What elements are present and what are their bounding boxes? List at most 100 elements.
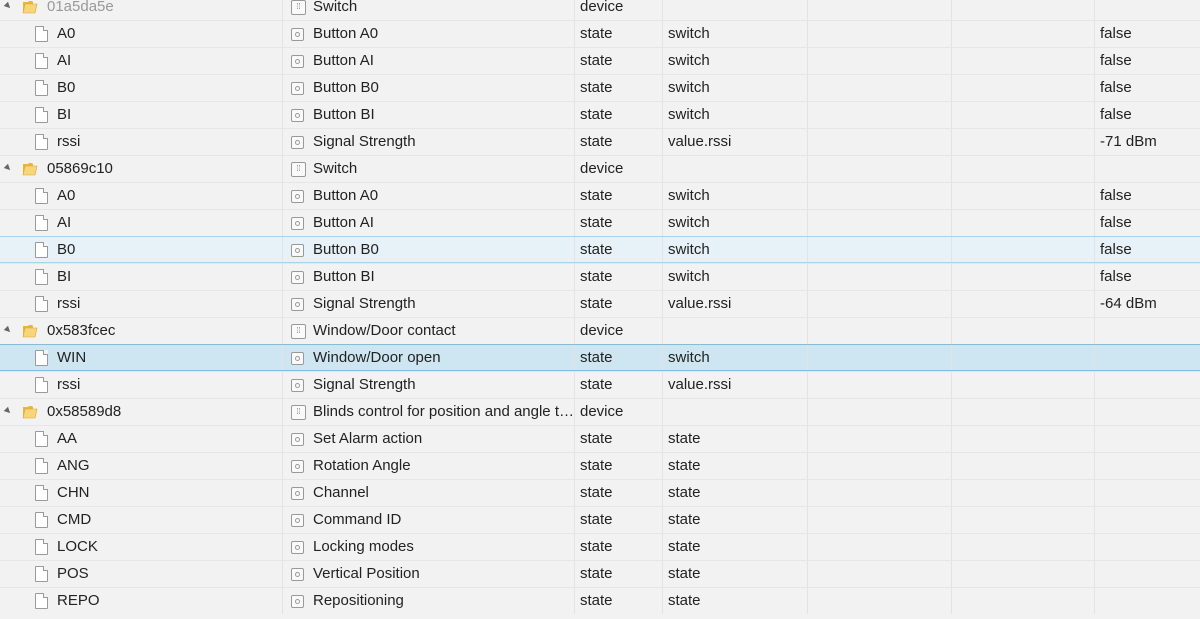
object-type: state xyxy=(580,52,613,69)
column-divider xyxy=(807,156,808,182)
tree-row-state[interactable]: A0 Button A0 state switch false xyxy=(0,20,1200,47)
file-icon xyxy=(35,242,48,258)
column-divider xyxy=(951,21,952,47)
state-icon xyxy=(291,460,304,473)
tree-row-state[interactable]: REPO Repositioning state state xyxy=(0,587,1200,614)
state-icon xyxy=(291,55,304,68)
file-icon xyxy=(35,107,48,123)
tree-row-device[interactable]: 05869c10 ⁞⁞ Switch device xyxy=(0,155,1200,182)
column-divider xyxy=(662,102,663,128)
tree-row-state[interactable]: BI Button BI state switch false xyxy=(0,101,1200,128)
file-icon xyxy=(35,53,48,69)
column-divider xyxy=(1094,318,1095,344)
column-divider xyxy=(951,426,952,452)
object-id: A0 xyxy=(57,25,76,42)
column-divider xyxy=(951,291,952,317)
column-divider xyxy=(807,102,808,128)
object-type: state xyxy=(580,349,613,366)
object-value: false xyxy=(1100,187,1132,204)
object-role: state xyxy=(668,538,701,555)
object-id: 0x583fcec xyxy=(47,322,116,339)
column-divider xyxy=(1094,0,1095,20)
column-divider xyxy=(807,318,808,344)
object-type: state xyxy=(580,241,613,258)
file-icon xyxy=(35,377,48,393)
object-value: -71 dBm xyxy=(1100,133,1157,150)
tree-row-state[interactable]: AI Button AI state switch false xyxy=(0,209,1200,236)
column-divider xyxy=(1094,480,1095,506)
object-role: state xyxy=(668,457,701,474)
state-icon xyxy=(291,244,304,257)
column-divider xyxy=(1094,426,1095,452)
file-icon xyxy=(35,566,48,582)
object-value xyxy=(1100,561,1200,587)
object-role xyxy=(668,156,806,182)
column-divider xyxy=(662,21,663,47)
object-id: CMD xyxy=(57,511,92,528)
object-role xyxy=(668,0,806,20)
object-name: Set Alarm action xyxy=(313,430,423,447)
object-role: switch xyxy=(668,79,710,96)
tree-row-device[interactable]: 0x583fcec ⁞⁞ Window/Door contact device xyxy=(0,317,1200,344)
object-value xyxy=(1100,588,1200,614)
object-type: state xyxy=(580,538,613,555)
tree-row-state[interactable]: POS Vertical Position state state xyxy=(0,560,1200,587)
object-id: CHN xyxy=(57,484,90,501)
object-role: switch xyxy=(668,187,710,204)
tree-row-state[interactable]: AI Button AI state switch false xyxy=(0,47,1200,74)
tree-row-state[interactable]: B0 Button B0 state switch false xyxy=(0,74,1200,101)
file-icon xyxy=(35,296,48,312)
object-role xyxy=(668,399,806,425)
tree-row-state[interactable]: A0 Button A0 state switch false xyxy=(0,182,1200,209)
object-role: switch xyxy=(668,241,710,258)
column-divider xyxy=(951,156,952,182)
state-icon xyxy=(291,298,304,311)
tree-row-state[interactable]: B0 Button B0 state switch false xyxy=(0,236,1200,263)
column-divider xyxy=(662,75,663,101)
object-value xyxy=(1100,453,1200,479)
column-divider xyxy=(807,291,808,317)
object-type: state xyxy=(580,79,613,96)
tree-row-device[interactable]: 01a5da5e ⁞⁞ Switch device xyxy=(0,0,1200,20)
expand-toggle-icon[interactable] xyxy=(3,1,13,11)
column-divider xyxy=(807,534,808,560)
tree-row-state[interactable]: CHN Channel state state xyxy=(0,479,1200,506)
file-icon xyxy=(35,485,48,501)
column-divider xyxy=(807,75,808,101)
expand-toggle-icon[interactable] xyxy=(3,325,13,335)
object-type: state xyxy=(580,214,613,231)
column-divider xyxy=(1094,75,1095,101)
object-name: Switch xyxy=(313,0,358,15)
object-name: Signal Strength xyxy=(313,133,416,150)
tree-row-state[interactable]: rssi Signal Strength state value.rssi xyxy=(0,371,1200,398)
tree-row-state[interactable]: rssi Signal Strength state value.rssi -71 dB… xyxy=(0,128,1200,155)
tree-row-state[interactable]: AA Set Alarm action state state xyxy=(0,425,1200,452)
tree-row-state[interactable]: rssi Signal Strength state value.rssi -64 dB… xyxy=(0,290,1200,317)
tree-row-state[interactable]: LOCK Locking modes state state xyxy=(0,533,1200,560)
tree-row-device[interactable]: 0x58589d8 ⁞⁞ Blinds control for position a… xyxy=(0,398,1200,425)
object-name: Signal Strength xyxy=(313,295,416,312)
object-role: state xyxy=(668,430,701,447)
tree-row-state[interactable]: ANG Rotation Angle state state xyxy=(0,452,1200,479)
object-type: device xyxy=(580,160,624,177)
folder-icon xyxy=(22,161,38,176)
expand-toggle-icon[interactable] xyxy=(3,163,13,173)
object-name: Button BI xyxy=(313,106,375,123)
object-type: state xyxy=(580,133,613,150)
tree-row-state[interactable]: WIN Window/Door open state switch xyxy=(0,344,1200,371)
column-divider xyxy=(1094,588,1095,614)
column-divider xyxy=(1094,507,1095,533)
tree-row-state[interactable]: BI Button BI state switch false xyxy=(0,263,1200,290)
file-icon xyxy=(35,215,48,231)
column-divider xyxy=(1094,264,1095,290)
object-tree-grid: 01a5da5e ⁞⁞ Switch device A0 Button A0 state sw… xyxy=(0,0,1200,614)
column-divider xyxy=(662,480,663,506)
device-icon: ⁞⁞ xyxy=(291,162,306,177)
tree-row-state[interactable]: CMD Command ID state state xyxy=(0,506,1200,533)
expand-toggle-icon[interactable] xyxy=(3,406,13,416)
column-divider xyxy=(662,129,663,155)
folder-icon xyxy=(22,323,38,338)
column-divider xyxy=(662,345,663,370)
column-divider xyxy=(951,480,952,506)
object-id: BI xyxy=(57,106,72,123)
